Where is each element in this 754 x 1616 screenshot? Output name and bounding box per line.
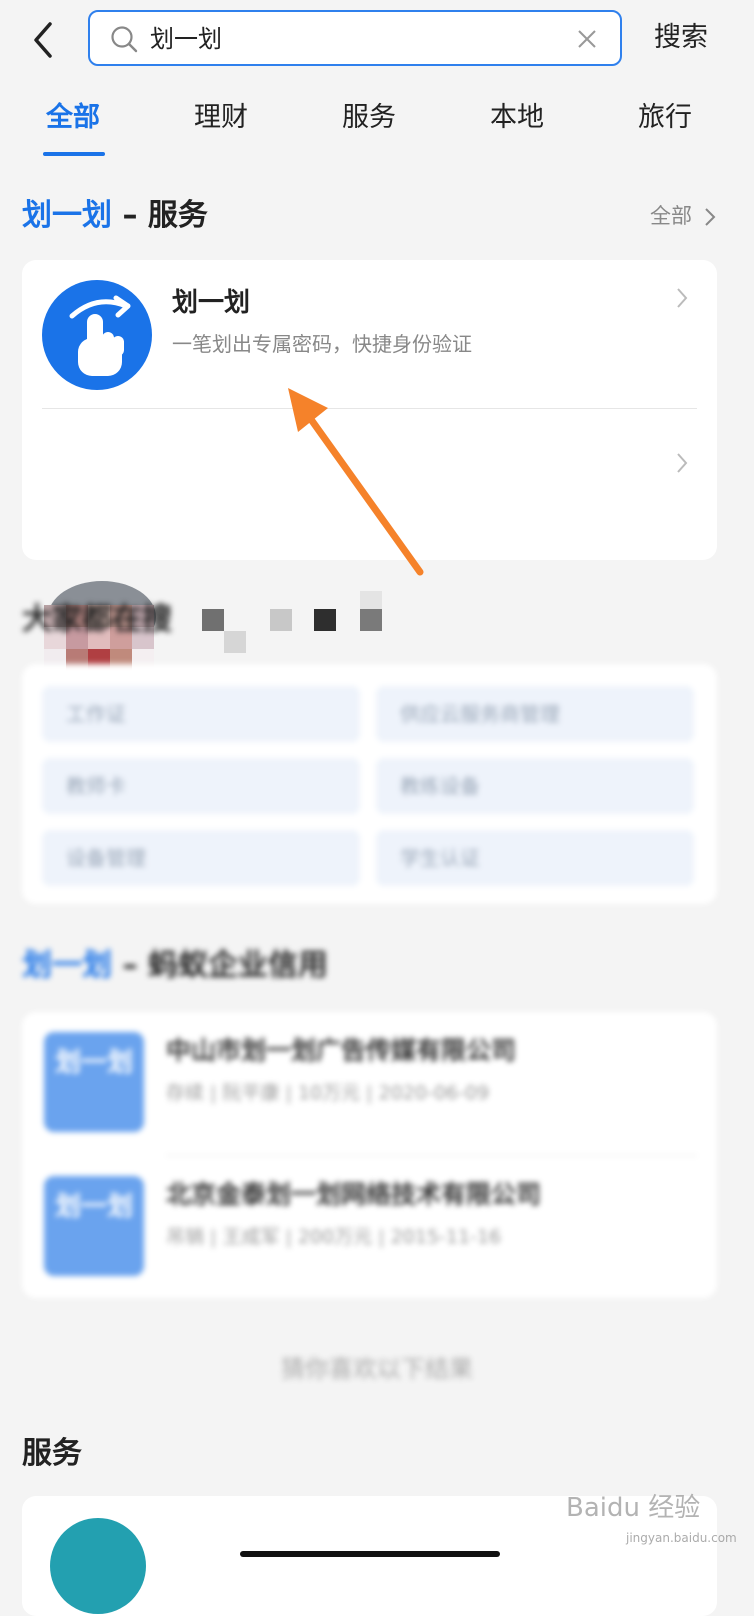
clear-icon[interactable] xyxy=(576,28,598,50)
title-suffix: – 服务 xyxy=(112,198,208,233)
service-name: 划一划 xyxy=(172,288,251,318)
title-highlight: 划一划 xyxy=(22,198,112,233)
service-item-huayihua[interactable]: 划一划 一笔划出专属密码，快捷身份验证 xyxy=(22,260,717,408)
chevron-left-icon xyxy=(34,22,52,58)
search-input[interactable]: 划一划 xyxy=(150,24,222,54)
tab-services[interactable]: 服务 xyxy=(342,100,396,136)
popular-chip[interactable]: 工作证 xyxy=(42,686,360,742)
search-bar[interactable]: 划一划 xyxy=(88,10,622,66)
redacted-name xyxy=(202,591,382,653)
title-suffix: – 蚂蚁企业信用 xyxy=(112,948,328,983)
active-tab-indicator xyxy=(43,152,105,156)
title-highlight: 划一划 xyxy=(22,948,112,983)
tab-travel[interactable]: 旅行 xyxy=(638,100,692,136)
chevron-right-icon[interactable] xyxy=(703,206,717,228)
popular-searches-title: 大家都在搜 xyxy=(22,602,172,637)
tab-all[interactable]: 全部 xyxy=(46,100,100,136)
company-meta: 存续 | 阮平康 | 10万元 | 2020-06-09 xyxy=(166,1082,490,1104)
enterprise-card: 划一划 中山市划一划广告传媒有限公司 存续 | 阮平康 | 10万元 | 202… xyxy=(22,1012,717,1298)
see-all-link[interactable]: 全部 xyxy=(650,202,692,230)
popular-chip[interactable]: 教师卡 xyxy=(42,758,360,814)
service-card: 划一划 一笔划出专属密码，快捷身份验证 xyxy=(22,260,717,671)
guess-you-like-label: 猜你喜欢以下结果 xyxy=(281,1355,473,1383)
home-indicator[interactable] xyxy=(240,1551,500,1557)
company-meta: 吊销 | 王成军 | 200万元 | 2015-11-16 xyxy=(166,1226,502,1248)
enterprise-item[interactable]: 划一划 中山市划一划广告传媒有限公司 存续 | 阮平康 | 10万元 | 202… xyxy=(22,1012,717,1155)
popular-chip[interactable]: 供应云服务商管理 xyxy=(376,686,694,742)
search-button[interactable]: 搜索 xyxy=(654,20,708,56)
company-name: 北京金泰划一划网络技术有限公司 xyxy=(166,1180,542,1209)
section-title-services-2: 服务 xyxy=(22,1436,82,1471)
watermark-url: jingyan.baidu.com xyxy=(626,1531,737,1545)
back-button[interactable] xyxy=(26,18,66,62)
company-name: 中山市划一划广告传媒有限公司 xyxy=(166,1036,517,1065)
section-title-services: 划一划 – 服务 xyxy=(22,196,208,236)
section-title-enterprise: 划一划 – 蚂蚁企业信用 xyxy=(22,946,328,986)
watermark-logo: Baidu 经验 xyxy=(566,1493,701,1523)
service-item-redacted[interactable] xyxy=(22,409,717,671)
chevron-right-icon xyxy=(677,453,688,473)
popular-chip[interactable]: 设备管理 xyxy=(42,830,360,886)
popular-chip[interactable]: 教练设备 xyxy=(376,758,694,814)
company-logo: 划一划 xyxy=(44,1032,144,1132)
tab-finance[interactable]: 理财 xyxy=(194,100,248,136)
service-description: 一笔划出专属密码，快捷身份验证 xyxy=(172,332,472,356)
enterprise-item[interactable]: 划一划 北京金泰划一划网络技术有限公司 吊销 | 王成军 | 200万元 | 2… xyxy=(22,1156,717,1298)
tab-local[interactable]: 本地 xyxy=(490,100,544,136)
company-logo: 划一划 xyxy=(44,1176,144,1276)
swipe-hand-icon xyxy=(42,280,152,390)
chevron-right-icon xyxy=(677,288,688,308)
popular-searches-card: 工作证 供应云服务商管理 教师卡 教练设备 设备管理 学生认证 xyxy=(22,664,717,904)
popular-chip[interactable]: 学生认证 xyxy=(376,830,694,886)
search-icon xyxy=(111,26,138,53)
